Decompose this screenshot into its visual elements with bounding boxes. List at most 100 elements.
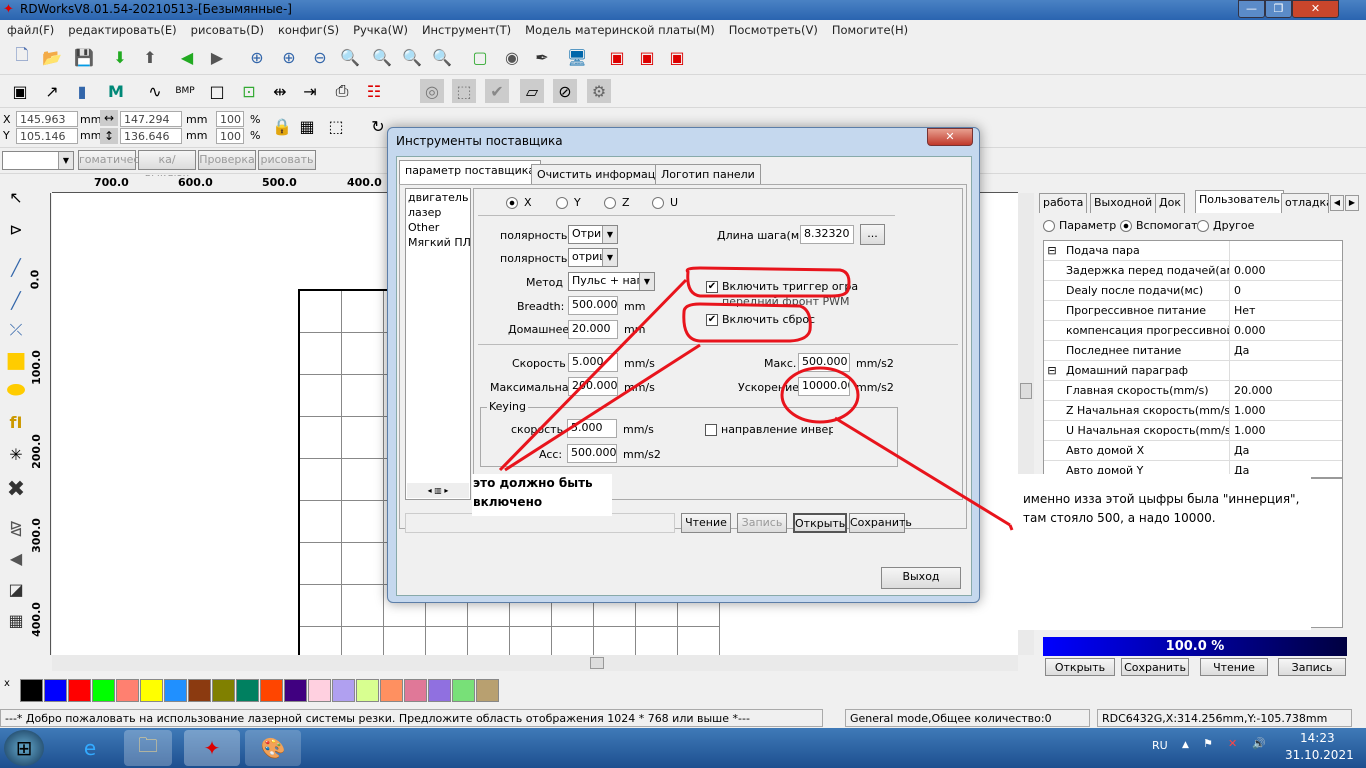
axis-u-radio[interactable] bbox=[652, 197, 664, 209]
lock-ratio-icon[interactable]: 🔒 bbox=[270, 114, 294, 138]
open-folder-icon[interactable]: 📂 bbox=[40, 45, 64, 69]
axis-x-radio[interactable] bbox=[506, 197, 518, 209]
property-group-row[interactable]: ⊟ Подача пара bbox=[1044, 241, 1342, 261]
save-icon[interactable]: 💾 bbox=[72, 45, 96, 69]
tab-debug[interactable]: отладка bbox=[1281, 193, 1329, 213]
align-right-icon[interactable]: ⇥ bbox=[298, 79, 322, 103]
layer-select[interactable]: ▼ bbox=[2, 151, 74, 170]
printer-icon[interactable]: ⎙ bbox=[330, 79, 354, 103]
close-button[interactable]: ✕ bbox=[1292, 0, 1339, 18]
zoom-page-icon[interactable]: 🔍 bbox=[338, 45, 362, 69]
language-indicator[interactable]: RU bbox=[1152, 739, 1168, 752]
line-icon[interactable]: ╱ bbox=[4, 255, 28, 279]
menu-pen[interactable]: Ручка(W) bbox=[346, 20, 415, 40]
paint-icon[interactable]: 🎨 bbox=[245, 730, 301, 766]
apply-size-icon[interactable]: ⬚ bbox=[324, 114, 348, 138]
zoom-out-icon[interactable]: ⊖ bbox=[308, 45, 332, 69]
layer-c-icon[interactable]: ▣ bbox=[665, 45, 689, 69]
height-input[interactable]: 136.646 bbox=[120, 128, 182, 144]
radio-auxiliary[interactable] bbox=[1120, 220, 1132, 232]
palette-color-swatch[interactable] bbox=[92, 679, 115, 702]
list-item-soft-plc[interactable]: Мягкий ПЛК bbox=[406, 234, 470, 249]
x-position-input[interactable]: 145.963 bbox=[16, 111, 78, 127]
layer-a-icon[interactable]: ▣ bbox=[605, 45, 629, 69]
zoom-selected-icon[interactable]: 🔍 bbox=[370, 45, 394, 69]
palette-close-button[interactable]: x bbox=[4, 678, 10, 689]
minimize-button[interactable]: — bbox=[1238, 0, 1265, 18]
check-icon[interactable]: ✔ bbox=[485, 79, 509, 103]
horizontal-scrollbar[interactable] bbox=[52, 655, 1018, 671]
palette-color-swatch[interactable] bbox=[164, 679, 187, 702]
property-value[interactable]: 1.000 bbox=[1230, 421, 1266, 440]
export-icon[interactable]: ⬆ bbox=[138, 45, 162, 69]
redo-icon[interactable]: ▶ bbox=[205, 45, 229, 69]
palette-color-swatch[interactable] bbox=[68, 679, 91, 702]
select-frame-icon[interactable]: ▢ bbox=[468, 45, 492, 69]
action-center-flag-icon[interactable]: ⚑ bbox=[1203, 737, 1213, 750]
zoom-window-icon[interactable]: 🔍 bbox=[430, 45, 454, 69]
point-icon[interactable]: ✳ bbox=[4, 442, 28, 466]
property-group-row[interactable]: ⊟ Домашний параграф bbox=[1044, 361, 1342, 381]
ruler-icon[interactable]: ▮ bbox=[70, 79, 94, 103]
skew-icon[interactable]: ▱ bbox=[520, 79, 544, 103]
panel-write-button[interactable]: Запись bbox=[1278, 658, 1346, 676]
internet-explorer-icon[interactable]: e bbox=[70, 730, 110, 766]
curve-icon[interactable]: ∿ bbox=[143, 79, 167, 103]
draw-button[interactable]: рисовать bbox=[258, 150, 316, 170]
read-button[interactable]: Чтение bbox=[681, 513, 731, 533]
checklist-icon[interactable]: ☷ bbox=[362, 79, 386, 103]
tab-panel-logo[interactable]: Логотип панели bbox=[655, 164, 761, 184]
property-row[interactable]: Главная скорость(mm/s) 20.000 bbox=[1044, 381, 1342, 401]
clock-date[interactable]: 31.10.2021 bbox=[1285, 748, 1354, 762]
menu-edit[interactable]: редактировать(E) bbox=[61, 20, 183, 40]
home-input[interactable]: 20.000 bbox=[568, 320, 618, 339]
list-item-laser[interactable]: лазер bbox=[406, 204, 470, 219]
monitor-icon[interactable]: 🖥 bbox=[565, 45, 589, 69]
y-position-input[interactable]: 105.146 bbox=[16, 128, 78, 144]
menu-tools[interactable]: Инструмент(T) bbox=[415, 20, 518, 40]
menu-view[interactable]: Посмотреть(V) bbox=[722, 20, 825, 40]
ellipse-icon[interactable]: ⬬ bbox=[4, 378, 28, 403]
palette-color-swatch[interactable] bbox=[116, 679, 139, 702]
tab-output[interactable]: Выходной bbox=[1090, 193, 1157, 213]
clock-time[interactable]: 14:23 bbox=[1300, 731, 1335, 745]
step-calc-button[interactable]: ... bbox=[860, 224, 885, 245]
property-row[interactable]: Z Начальная скорость(mm/s 1.000 bbox=[1044, 401, 1342, 421]
laser-pointer-icon[interactable]: ↗ bbox=[40, 79, 64, 103]
palette-color-swatch[interactable] bbox=[284, 679, 307, 702]
panel-open-button[interactable]: Открыть bbox=[1045, 658, 1115, 676]
radio-parameter[interactable] bbox=[1043, 220, 1055, 232]
keying-speed-input[interactable]: 5.000 bbox=[567, 419, 617, 438]
tab-vendor-params[interactable]: параметр поставщика bbox=[399, 160, 542, 184]
check-button[interactable]: Проверка bbox=[198, 150, 256, 170]
zoom-all-icon[interactable]: 🔍 bbox=[400, 45, 424, 69]
m-icon[interactable]: M bbox=[104, 79, 128, 103]
rdworks-icon[interactable]: ✦ bbox=[184, 730, 240, 766]
onoff-button[interactable]: ка/выключ bbox=[138, 150, 196, 184]
list-item-other[interactable]: Other bbox=[406, 219, 470, 234]
menu-draw[interactable]: рисовать(D) bbox=[184, 20, 271, 40]
palette-color-swatch[interactable] bbox=[212, 679, 235, 702]
palette-color-swatch[interactable] bbox=[260, 679, 283, 702]
invert-direction-checkbox[interactable] bbox=[705, 424, 717, 436]
text-icon[interactable]: fI bbox=[4, 410, 28, 434]
palette-color-swatch[interactable] bbox=[452, 679, 475, 702]
zoom-in-icon[interactable]: ⊕ bbox=[277, 45, 301, 69]
position-grid-icon[interactable]: ▦ bbox=[295, 114, 319, 138]
tab-doc[interactable]: Док bbox=[1155, 193, 1185, 213]
keying-acc-input[interactable]: 500.000 bbox=[567, 444, 617, 463]
property-row[interactable]: Задержка перед подачей(ам 0.000 bbox=[1044, 261, 1342, 281]
polarity2-select[interactable]: отриц ▼ bbox=[568, 248, 618, 267]
volume-icon[interactable]: 🔊 bbox=[1252, 737, 1266, 750]
tab-scroll-right-icon[interactable]: ▶ bbox=[1345, 195, 1359, 211]
step-length-input[interactable]: 8.32320 bbox=[800, 225, 854, 244]
delete-icon[interactable]: ✖ bbox=[4, 477, 28, 502]
method-select[interactable]: Пульс + напр ▼ bbox=[568, 272, 655, 291]
undo-icon[interactable]: ◀ bbox=[175, 45, 199, 69]
tab-work[interactable]: работа bbox=[1039, 193, 1088, 213]
property-value[interactable]: Да bbox=[1230, 341, 1249, 360]
property-value[interactable]: 20.000 bbox=[1230, 381, 1273, 400]
radio-other[interactable] bbox=[1197, 220, 1209, 232]
layer-b-icon[interactable]: ▣ bbox=[635, 45, 659, 69]
property-value[interactable]: Да bbox=[1230, 441, 1249, 460]
